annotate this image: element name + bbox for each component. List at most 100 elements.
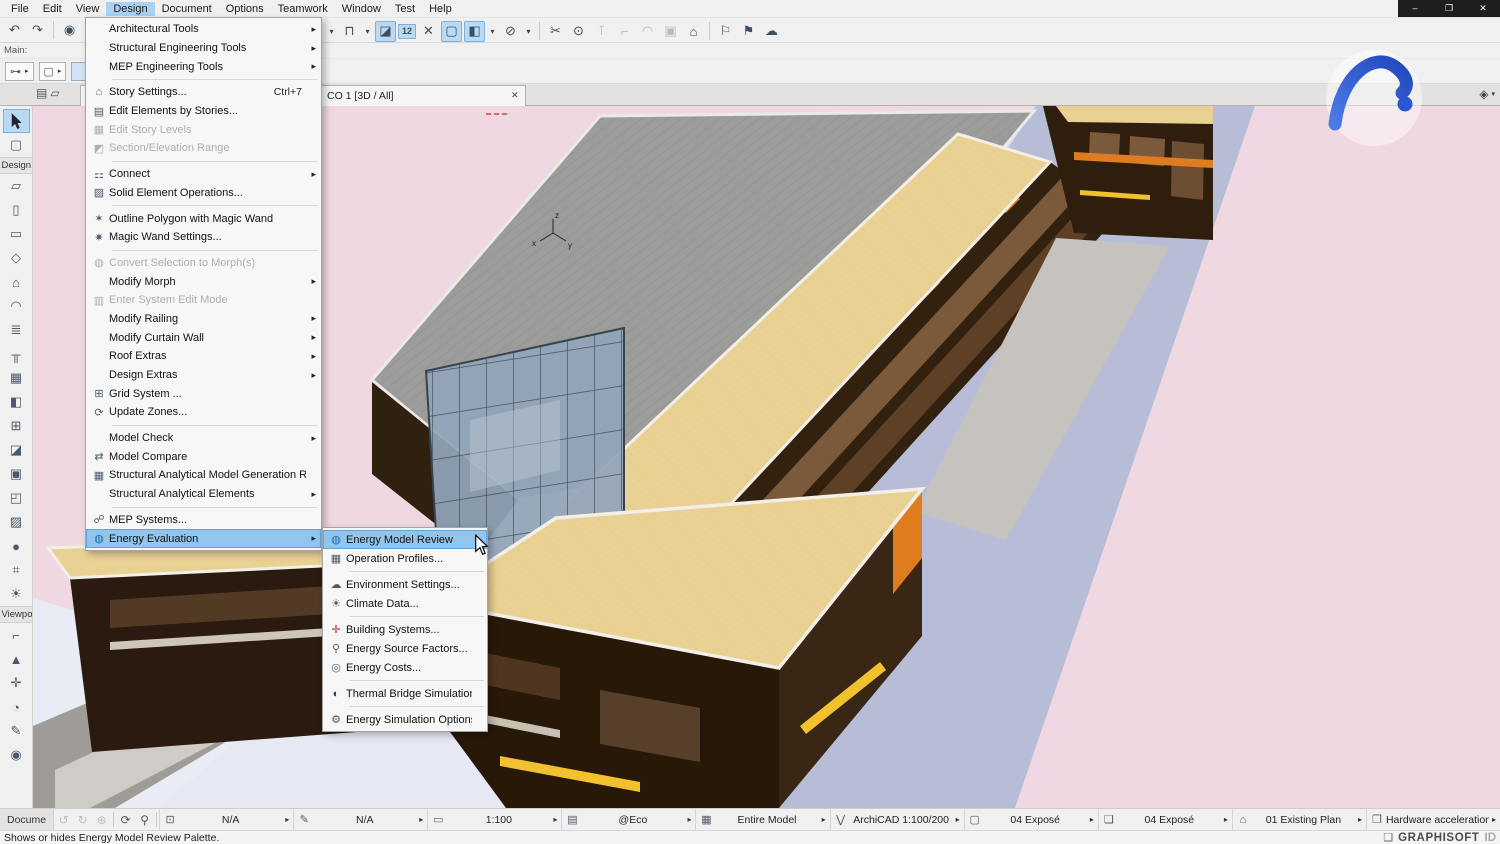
railing-tool[interactable]: ╥ [3,342,30,366]
menubar-item-file[interactable]: File [4,2,36,16]
worksheet-tool[interactable]: ◔ [3,695,30,719]
marquee-tool[interactable]: ▢ [3,133,30,157]
model-view-options-selector[interactable]: ▢04 Exposé▸ [964,809,1098,830]
window-tool[interactable]: ⊞ [3,414,30,438]
menu-item-edit-elements-by-stories[interactable]: ▤Edit Elements by Stories... [86,102,321,121]
menu-item-solid-element-operations[interactable]: ▨Solid Element Operations... [86,184,321,203]
menu-item-roof-extras[interactable]: Roof Extras▸ [86,347,321,366]
zone-tool[interactable]: ◰ [3,486,30,510]
partial-structure-display-selector[interactable]: ▦Entire Model▸ [695,809,829,830]
popup-arrow-icon[interactable]: ▸ [819,815,829,824]
menu-item-design-extras[interactable]: Design Extras▸ [86,366,321,385]
menu-item-structural-analytical-elements[interactable]: Structural Analytical Elements▸ [86,485,321,504]
filter-elements-in-3d-icon[interactable]: ⊘ [500,21,521,42]
menu-item-building-systems[interactable]: ✛Building Systems... [323,620,487,639]
camera-tool[interactable]: ◉ [3,743,30,767]
adjust-icon[interactable]: ⊙ [568,21,589,42]
section-tool[interactable]: ⌐ [3,623,30,647]
popup-arrow-icon[interactable]: ▸ [282,815,292,824]
mesh-tool[interactable]: ▨ [3,510,30,534]
flag-details-icon[interactable]: ⚑ [738,21,759,42]
menu-item-story-settings[interactable]: ⌂Story Settings...Ctrl+7 [86,83,321,102]
menu-item-mep-systems[interactable]: ☍MEP Systems... [86,511,321,530]
tab-close-icon[interactable]: ✕ [511,90,519,101]
close-button[interactable]: ✕ [1466,0,1500,17]
popup-arrow-icon[interactable]: ▸ [953,815,963,824]
3d-cutaway-icon[interactable]: ◧ [464,21,485,42]
menu-item-thermal-bridge-simulation[interactable]: ◐Thermal Bridge Simulation... [323,684,487,703]
menubar-item-edit[interactable]: Edit [36,2,69,16]
slab-tool[interactable]: ◇ [3,246,30,270]
menubar-item-window[interactable]: Window [335,2,388,16]
menu-item-environment-settings[interactable]: ☁Environment Settings... [323,575,487,594]
beam-tool[interactable]: ▭ [3,222,30,246]
restore-button[interactable]: ❐ [1432,0,1466,17]
pop-up-navigator-icon[interactable]: ▱ [50,86,59,100]
shell-tool[interactable]: ◠ [3,294,30,318]
split-icon[interactable]: ✂ [545,21,566,42]
menu-item-modify-railing[interactable]: Modify Railing▸ [86,310,321,329]
lock-icon[interactable]: ⊓ [339,21,360,42]
orbit-icon[interactable]: ⟳ [116,813,135,827]
popup-arrow-icon[interactable]: ▸ [1087,815,1097,824]
lock-dropdown-arrow-icon[interactable]: ▾ [362,21,373,42]
menu-item-connect[interactable]: ⚏Connect▸ [86,165,321,184]
curtain-wall-tool[interactable]: ▦ [3,366,30,390]
menu-item-outline-polygon-with-magic-wand[interactable]: ✶Outline Polygon with Magic Wand [86,209,321,228]
elevation-tool[interactable]: ▲ [3,647,30,671]
stair-tool[interactable]: ≣ [3,318,30,342]
suspend-groups-icon[interactable]: ◪ [375,21,396,42]
filter-dropdown-arrow-icon[interactable]: ▾ [523,21,534,42]
menubar-item-design[interactable]: Design [106,2,154,16]
menu-item-architectural-tools[interactable]: Architectural Tools▸ [86,20,321,39]
edit-base-icon[interactable]: ⌂ [683,21,704,42]
popup-arrow-icon[interactable]: ▸ [1221,815,1231,824]
dropdown-arrow-icon[interactable]: ▾ [326,21,337,42]
menu-item-operation-profiles[interactable]: ▦Operation Profiles... [323,549,487,568]
scale-selector[interactable]: ▭1:100▸ [427,809,561,830]
3d-window-dropdown-arrow-icon[interactable]: ▾ [1491,90,1495,98]
menu-item-update-zones[interactable]: ⟳Update Zones... [86,403,321,422]
3d-window-settings-icon[interactable]: ◈ [1479,87,1488,101]
flag-icon[interactable]: ⚐ [715,21,736,42]
menu-item-magic-wand-settings[interactable]: ✷Magic Wand Settings... [86,228,321,247]
stretch-icon[interactable]: ✕ [418,21,439,42]
lamp-tool[interactable]: ☀ [3,582,30,606]
arrow-tool[interactable] [3,109,30,133]
menu-item-grid-system[interactable]: ⊞Grid System ... [86,384,321,403]
pen-set-selector-selector[interactable]: ⋁ArchiCAD 1:100/200▸ [830,809,964,830]
menu-item-energy-costs[interactable]: ◎Energy Costs... [323,658,487,677]
guide-lines-12-icon[interactable]: 12 [398,24,416,39]
detail-tool[interactable]: ✛ [3,671,30,695]
menu-item-model-check[interactable]: Model Check▸ [86,429,321,448]
menu-item-modify-morph[interactable]: Modify Morph▸ [86,272,321,291]
menu-item-energy-evaluation[interactable]: ◍Energy Evaluation▸ [86,529,321,548]
3d-style-selector[interactable]: ❐Hardware acceleration ...▸ [1366,809,1500,830]
wall-reference-line-button[interactable]: ⊶▸ [5,62,34,81]
redo-icon[interactable]: ↷ [27,20,48,41]
menu-item-structural-analytical-model-generation-rules[interactable]: ▦Structural Analytical Model Generation … [86,466,321,485]
menubar-item-options[interactable]: Options [219,2,271,16]
column-tool[interactable]: ▯ [3,198,30,222]
quick-options-icon[interactable]: ▤ [36,86,47,100]
menubar-item-teamwork[interactable]: Teamwork [271,2,335,16]
pick-up-parameters-icon[interactable]: ◉ [59,20,80,41]
zoom-setting-selector[interactable]: ⊡N/A▸ [159,809,293,830]
graphic-override-selector[interactable]: ❏04 Exposé▸ [1098,809,1232,830]
menu-item-mep-engineering-tools[interactable]: MEP Engineering Tools▸ [86,57,321,76]
popup-arrow-icon[interactable]: ▸ [1355,815,1365,824]
roof-tool[interactable]: ⌂ [3,270,30,294]
opening-tool[interactable]: ▣ [3,462,30,486]
menu-item-energy-simulation-options[interactable]: ⚙Energy Simulation Options... [323,710,487,729]
minimize-button[interactable]: – [1398,0,1432,17]
explore-model-icon[interactable]: ⚲ [135,813,154,827]
object-tool[interactable]: ⌗ [3,558,30,582]
door-tool[interactable]: ◧ [3,390,30,414]
menubar-item-test[interactable]: Test [388,2,422,16]
layer-combination-selector[interactable]: ▤@Eco▸ [561,809,695,830]
3d-cutaway-dropdown-arrow-icon[interactable]: ▾ [487,21,498,42]
pen-set-selector[interactable]: ✎N/A▸ [293,809,427,830]
popup-arrow-icon[interactable]: ▸ [416,815,426,824]
renovation-filter-selector[interactable]: ⌂01 Existing Plan▸ [1232,809,1366,830]
menu-item-modify-curtain-wall[interactable]: Modify Curtain Wall▸ [86,328,321,347]
